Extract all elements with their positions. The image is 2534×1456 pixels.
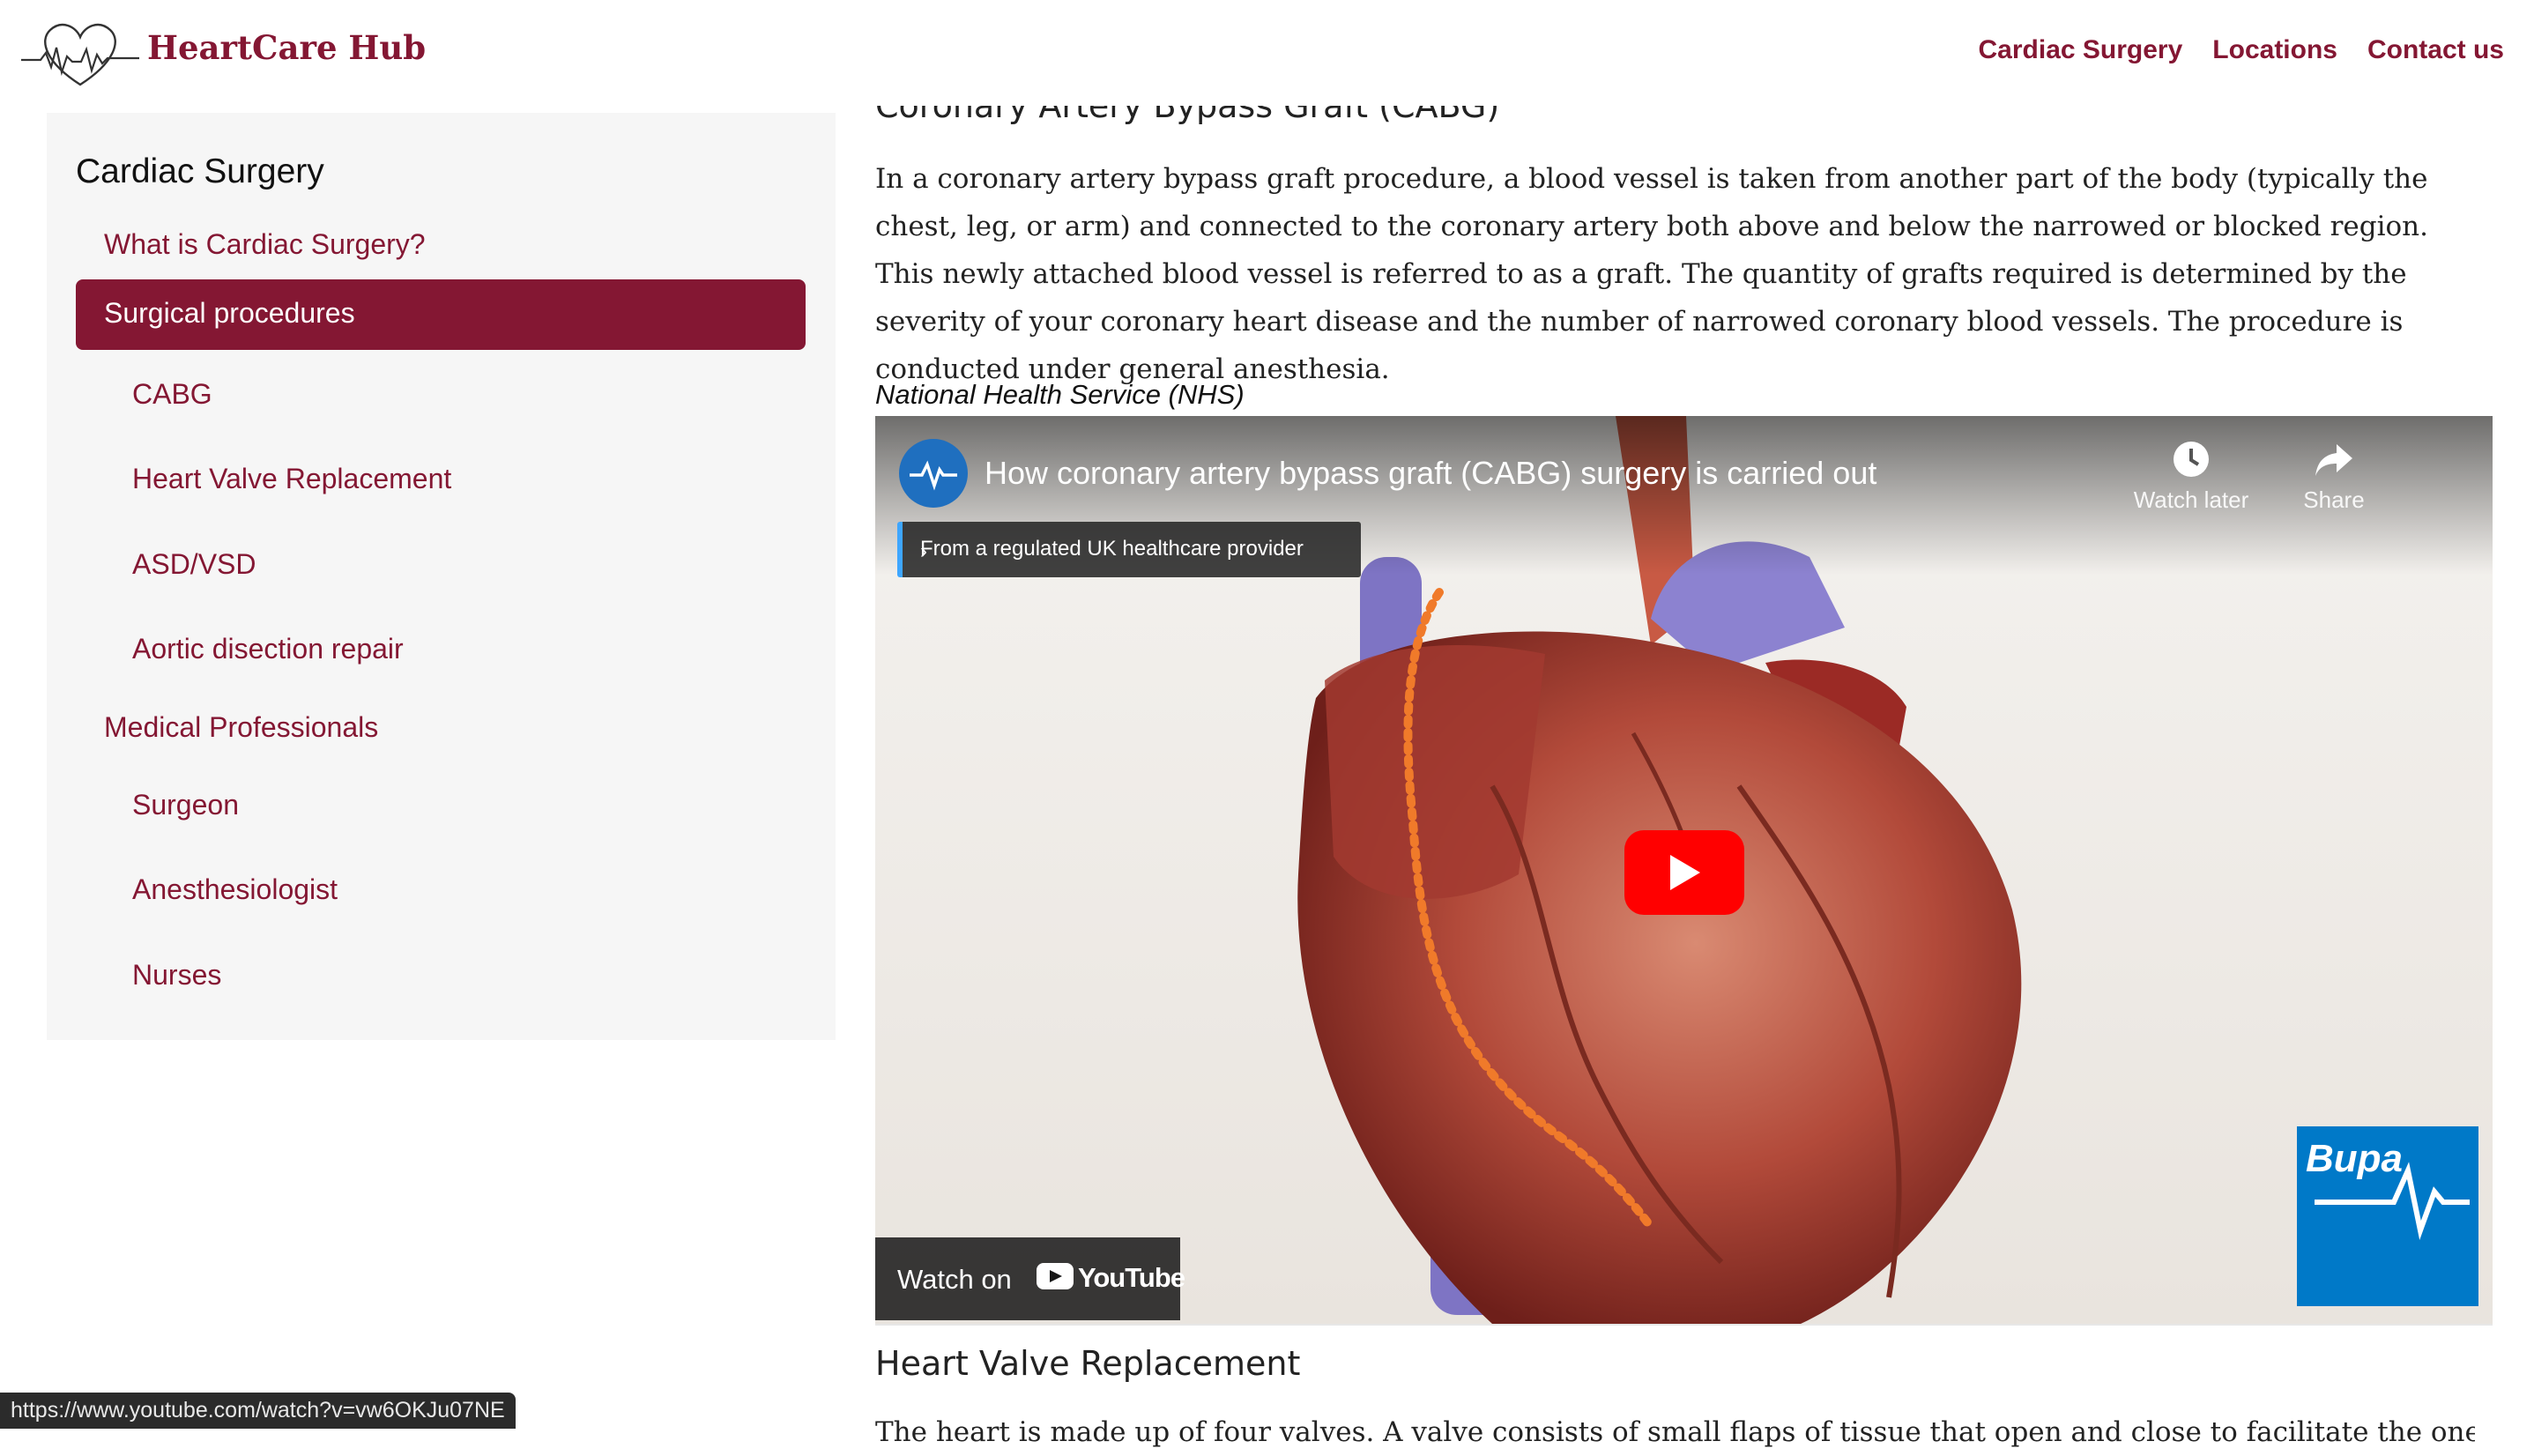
sidebar-item-asd-vsd[interactable]: ASD/VSD [132,548,256,581]
video-title[interactable]: How coronary artery bypass graft (CABG) … [985,455,1876,492]
clock-icon [2174,442,2209,477]
link-preview-url: https://www.youtube.com/watch?v=vw6OKJu0… [11,1398,505,1423]
youtube-wordmark: YouTube [1078,1262,1185,1293]
main-content: Coronary Artery Bypass Graft (CABG) In a… [875,0,2497,1448]
sidebar-item-cabg[interactable]: CABG [132,378,212,411]
sidebar-item-heart-valve-replacement[interactable]: Heart Valve Replacement [132,463,451,495]
share-icon [2315,444,2352,476]
play-button[interactable] [1624,830,1744,915]
sidebar-item-label: Surgical procedures [104,297,355,329]
sidebar-item-surgical-procedures[interactable]: Surgical procedures [76,279,806,350]
main-nav: Cardiac Surgery Locations Contact us [1979,35,2504,65]
section-divider [875,1324,2493,1326]
provider-notice[interactable]: From a regulated UK healthcare provider … [897,522,1361,577]
bupa-watermark[interactable]: Bupa [2297,1126,2478,1306]
heart-valve-paragraph: The heart is made up of four valves. A v… [875,1416,2475,1448]
heartbeat-logo-icon[interactable] [19,14,141,93]
chevron-right-icon: › [920,539,927,563]
cabg-paragraph: In a coronary artery bypass graft proced… [875,163,2428,385]
nav-locations[interactable]: Locations [2212,35,2337,65]
link-preview-statusbar: https://www.youtube.com/watch?v=vw6OKJu0… [0,1393,516,1429]
brand-name[interactable]: HeartCare Hub [147,28,426,67]
watch-on-label: Watch on [897,1264,1012,1295]
sidebar-item-medical-professionals[interactable]: Medical Professionals [104,711,378,744]
video-source-caption: National Health Service (NHS) [875,379,1245,410]
watch-later-button[interactable]: Watch later [2125,437,2257,514]
play-icon [1670,855,1700,890]
sidebar-item-what-is-cardiac-surgery[interactable]: What is Cardiac Surgery? [104,228,426,261]
share-label: Share [2303,487,2365,513]
channel-avatar[interactable] [899,439,968,508]
share-button[interactable]: Share [2268,437,2400,514]
nav-contact-us[interactable]: Contact us [2367,35,2504,65]
youtube-logo-icon [1037,1263,1074,1289]
watch-later-label: Watch later [2133,487,2249,513]
sidebar-title: Cardiac Surgery [76,152,324,190]
sidebar: Cardiac Surgery What is Cardiac Surgery?… [47,113,836,1040]
nav-cardiac-surgery[interactable]: Cardiac Surgery [1979,35,2183,65]
heartbeat-icon [2315,1162,2470,1240]
section-heading-heart-valve-replacement: Heart Valve Replacement [875,1344,1301,1383]
sidebar-item-surgeon[interactable]: Surgeon [132,789,239,821]
site-header: HeartCare Hub Cardiac Surgery Locations … [0,0,2534,106]
sidebar-item-anesthesiologist[interactable]: Anesthesiologist [132,873,338,906]
sidebar-item-nurses[interactable]: Nurses [132,959,221,992]
youtube-video-embed[interactable]: How coronary artery bypass graft (CABG) … [875,416,2493,1324]
watch-on-youtube-button[interactable]: Watch on YouTube [875,1237,1185,1320]
sidebar-item-aortic-dissection-repair[interactable]: Aortic disection repair [132,633,404,665]
